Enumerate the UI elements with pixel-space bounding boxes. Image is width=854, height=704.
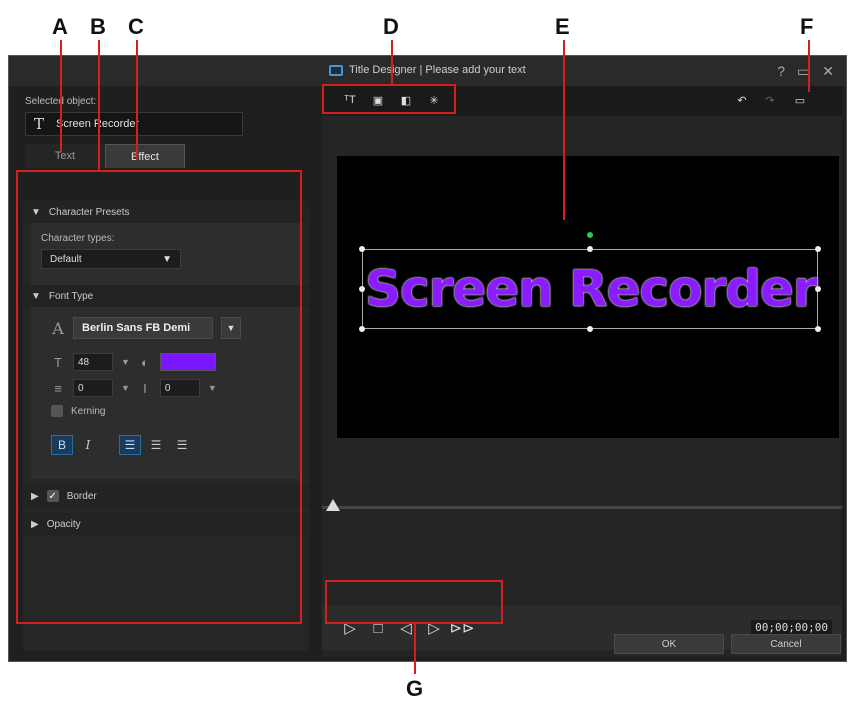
window-title: Title Designer | Please add your text	[329, 64, 526, 76]
resize-handle[interactable]	[815, 246, 821, 252]
tab-text[interactable]: Text	[25, 144, 105, 168]
preview-pane: ᵀT ▣ ◧ ✳ ↶ ↷ ▭ Screen Recorder ▷ □ ◁ ▷ ⊳…	[322, 86, 842, 656]
pointer-b	[98, 40, 100, 170]
highlight-g	[325, 580, 503, 624]
callout-e: E	[555, 14, 570, 39]
tab-effect[interactable]: Effect	[105, 144, 185, 168]
resize-handle[interactable]	[815, 326, 821, 332]
timecode-display: 00;00;00;00	[751, 620, 832, 635]
cancel-button[interactable]: Cancel	[731, 634, 841, 654]
pointer-d	[391, 40, 393, 84]
pointer-a	[60, 40, 62, 152]
text-object-icon: T	[34, 115, 45, 133]
fullscreen-icon[interactable]: ▭	[792, 93, 808, 107]
preview-title-text[interactable]: Screen Recorder	[365, 254, 818, 324]
resize-handle[interactable]	[359, 326, 365, 332]
callout-c: C	[128, 14, 144, 39]
callout-f: F	[800, 14, 814, 39]
pointer-c	[136, 40, 138, 160]
callout-a: A	[52, 14, 68, 39]
undo-icon[interactable]: ↶	[734, 93, 750, 107]
rotate-handle[interactable]	[587, 232, 593, 238]
resize-handle[interactable]	[359, 246, 365, 252]
timeline-track[interactable]	[322, 506, 842, 509]
resize-handle[interactable]	[587, 246, 593, 252]
selected-object-field[interactable]: T Screen Recorder	[25, 112, 243, 136]
highlight-d	[322, 84, 456, 114]
property-tabs: Text Effect	[25, 144, 185, 168]
callout-g: G	[406, 676, 424, 701]
pointer-e	[563, 40, 565, 220]
title-designer-icon	[329, 64, 343, 76]
callout-b: B	[90, 14, 106, 39]
redo-icon[interactable]: ↷	[762, 93, 778, 107]
ok-button[interactable]: OK	[614, 634, 724, 654]
pointer-f	[808, 40, 810, 92]
preview-canvas[interactable]: Screen Recorder	[337, 156, 839, 438]
title-bar: Title Designer | Please add your text ? …	[9, 56, 846, 86]
callout-d: D	[383, 14, 399, 39]
timeline-playhead[interactable]	[326, 499, 340, 511]
window-controls: ? ▭ ✕	[777, 63, 834, 80]
pointer-g	[414, 624, 416, 674]
highlight-b	[16, 170, 302, 624]
resize-handle[interactable]	[587, 326, 593, 332]
close-icon[interactable]: ✕	[822, 63, 834, 80]
help-icon[interactable]: ?	[777, 63, 785, 80]
window-title-text: Title Designer | Please add your text	[349, 64, 526, 76]
